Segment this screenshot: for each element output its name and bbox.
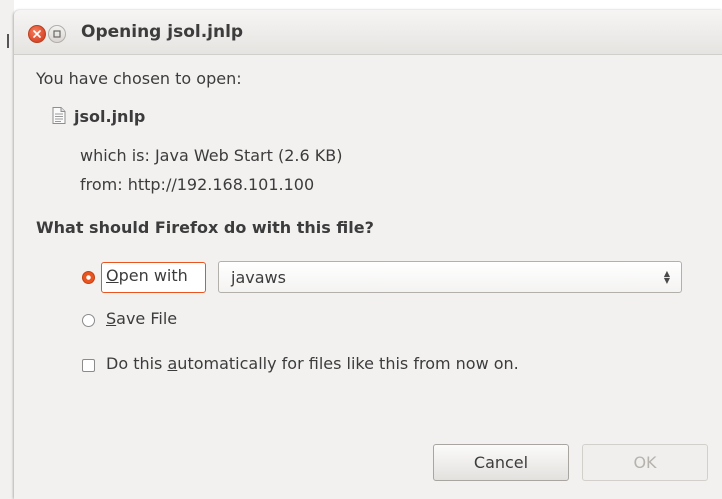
auto-handle-label[interactable]: Do this automatically for files like thi…	[106, 354, 519, 373]
file-source-info: from: http://192.168.101.100	[80, 175, 315, 194]
save-file-radio[interactable]	[82, 314, 95, 327]
close-icon	[33, 30, 41, 38]
title-bar: Opening jsol.jnlp	[14, 10, 722, 55]
close-window-button[interactable]	[28, 25, 46, 43]
cancel-button[interactable]: Cancel	[433, 444, 569, 481]
open-with-radio[interactable]	[82, 271, 95, 284]
action-question: What should Firefox do with this file?	[36, 218, 374, 237]
background-window-edge	[0, 0, 14, 499]
select-updown-icon: ▲ ▼	[663, 269, 671, 285]
window-title: Opening jsol.jnlp	[81, 22, 244, 42]
save-file-label-text: ave File	[116, 309, 178, 328]
auto-handle-label-before: Do this	[106, 354, 168, 373]
open-file-dialog: Opening jsol.jnlp You have chosen to ope…	[14, 10, 722, 499]
open-with-mnemonic: O	[106, 266, 119, 285]
save-file-label[interactable]: Save File	[106, 309, 177, 328]
ok-button[interactable]: OK	[582, 444, 708, 481]
file-type-info: which is: Java Web Start (2.6 KB)	[80, 146, 343, 165]
auto-handle-checkbox[interactable]	[82, 359, 95, 372]
application-select[interactable]: javaws ▲ ▼	[218, 261, 682, 293]
application-select-value: javaws	[231, 268, 286, 287]
auto-handle-label-after: utomatically for files like this from no…	[177, 354, 519, 373]
open-with-label-text: pen with	[118, 266, 188, 285]
background-window-mark	[7, 34, 9, 48]
intro-text: You have chosen to open:	[36, 69, 242, 88]
open-with-label[interactable]: Open with	[106, 266, 188, 285]
maximize-window-button[interactable]	[48, 25, 66, 43]
maximize-icon	[53, 30, 61, 38]
auto-handle-mnemonic: a	[167, 354, 178, 373]
document-icon	[52, 107, 66, 124]
save-file-mnemonic: S	[106, 309, 117, 328]
file-name: jsol.jnlp	[74, 107, 146, 126]
